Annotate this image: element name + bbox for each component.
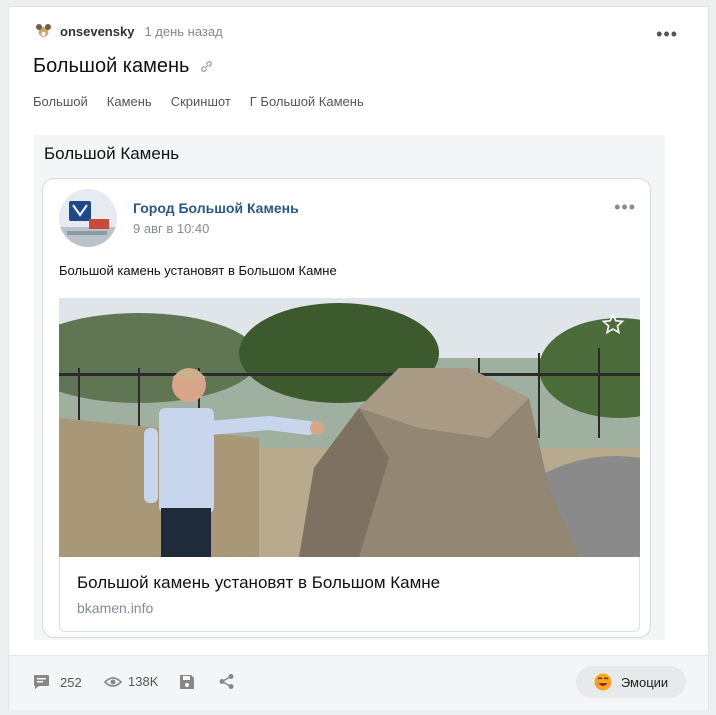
- vk-embed: Город Большой Камень 9 авг в 10:40 ••• Б…: [42, 178, 651, 638]
- post-title[interactable]: Большой камень: [33, 55, 214, 78]
- comments-count: 252: [60, 674, 82, 690]
- link-title[interactable]: Большой камень установят в Большом Камне: [77, 573, 440, 593]
- post-time: 1 день назад: [144, 24, 223, 39]
- more-options-icon[interactable]: •••: [656, 25, 678, 43]
- emotions-button[interactable]: Эмоции: [576, 666, 686, 698]
- embed-text: Большой камень установят в Большом Камне: [59, 263, 337, 278]
- post-photo[interactable]: [59, 298, 640, 557]
- link-icon[interactable]: [199, 59, 214, 74]
- emotions-label: Эмоции: [620, 674, 669, 690]
- link-preview[interactable]: Большой камень установят в Большом Камне…: [59, 557, 640, 632]
- author-avatar[interactable]: [35, 23, 52, 40]
- group-avatar[interactable]: [59, 189, 117, 247]
- views-count: 138K: [128, 674, 159, 689]
- emoji-icon: [594, 673, 612, 691]
- save-icon[interactable]: [179, 674, 195, 690]
- post-card: onsevensky 1 день назад ••• Большой каме…: [8, 6, 709, 710]
- eye-icon: [104, 676, 122, 687]
- comment-icon: [34, 675, 49, 689]
- tag[interactable]: Скриншот: [171, 94, 231, 109]
- star-icon[interactable]: [601, 312, 625, 336]
- post-content: Большой Камень Город Большой Камень 9 ав…: [34, 135, 665, 640]
- group-name[interactable]: Город Большой Камень: [133, 200, 299, 216]
- content-heading: Большой Камень: [44, 144, 180, 163]
- tag-list: Большой Камень Скриншот Г Большой Камень: [33, 94, 364, 109]
- author-name[interactable]: onsevensky: [60, 24, 134, 39]
- tag[interactable]: Камень: [107, 94, 152, 109]
- post-title-text[interactable]: Большой камень: [33, 55, 189, 78]
- link-domain: bkamen.info: [77, 600, 154, 616]
- share-icon[interactable]: [218, 673, 235, 690]
- comments-stat[interactable]: 252: [33, 674, 82, 690]
- post-date[interactable]: 9 авг в 10:40: [133, 221, 209, 236]
- tag[interactable]: Г Большой Камень: [250, 94, 364, 109]
- post-author: onsevensky 1 день назад: [35, 23, 223, 40]
- views-stat: 138K: [104, 674, 158, 689]
- post-footer: 252 138K Эмоции: [9, 655, 708, 710]
- embed-more-icon[interactable]: •••: [614, 198, 636, 216]
- tag[interactable]: Большой: [33, 94, 88, 109]
